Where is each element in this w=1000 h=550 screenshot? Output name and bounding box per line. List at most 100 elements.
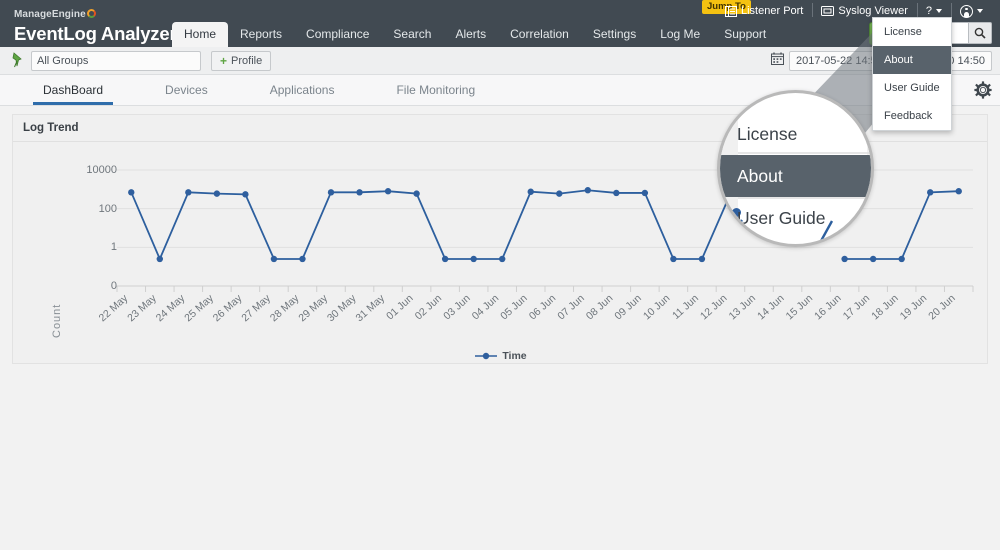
x-tick-label: 09 Jun [612, 292, 644, 322]
filter-toolbar: All Groups + Profile 2017-05-22 14:50 to… [0, 47, 1000, 75]
help-dropdown-menu: License About User Guide Feedback [872, 17, 952, 131]
add-profile-button[interactable]: + Profile [211, 51, 272, 71]
brand-logo: ManageEngine EventLog Analyzer [14, 4, 177, 45]
data-point [185, 189, 192, 196]
nav-item-reports[interactable]: Reports [228, 22, 294, 47]
data-point [128, 189, 135, 196]
chevron-down-icon [977, 9, 983, 13]
data-point [527, 188, 534, 195]
magnifier-content: -5 -20 License About User Guide [720, 93, 871, 244]
nav-item-log-me[interactable]: Log Me [648, 22, 712, 47]
y-tick-label: 1 [110, 241, 117, 254]
data-point [955, 188, 962, 195]
y-tick-label: 100 [98, 202, 117, 215]
y-axis-label: Count [51, 303, 63, 338]
magnified-item-license[interactable]: License [720, 113, 871, 155]
x-tick-label: 25 May [182, 292, 216, 324]
magnifier-lens: -5 -20 License About User Guide [717, 90, 874, 247]
tab-devices[interactable]: Devices [165, 75, 208, 105]
legend-label-time: Time [502, 350, 527, 362]
x-tick-label: 04 Jun [470, 292, 502, 322]
y-tick-label: 10000 [86, 164, 117, 176]
data-point [356, 189, 363, 196]
x-tick-label: 31 May [353, 292, 387, 324]
user-icon [960, 4, 973, 18]
pin-icon[interactable] [10, 52, 25, 73]
x-tick-label: 15 Jun [784, 292, 816, 322]
x-tick-label: 10 Jun [641, 292, 673, 322]
main-nav: Home Reports Compliance Search Alerts Co… [172, 22, 778, 47]
search-icon [974, 27, 986, 39]
help-menu-item-about[interactable]: About [873, 46, 951, 74]
x-tick-label: 03 Jun [441, 292, 473, 322]
x-tick-label: 02 Jun [413, 292, 445, 322]
app-header: ManageEngine EventLog Analyzer Home Repo… [0, 0, 1000, 47]
data-point [698, 255, 706, 263]
data-point [270, 255, 278, 263]
group-select[interactable]: All Groups [31, 51, 201, 71]
x-tick-label: 16 Jun [812, 292, 844, 322]
data-point [213, 190, 221, 197]
series-line [130, 189, 732, 262]
data-point [413, 190, 420, 197]
magnified-help-menu: License About User Guide [720, 113, 871, 239]
nav-item-support[interactable]: Support [712, 22, 778, 47]
data-point [242, 191, 249, 198]
x-tick-label: 17 Jun [841, 292, 873, 322]
manageengine-label: ManageEngine [14, 9, 86, 20]
x-tick-label: 27 May [239, 292, 273, 324]
add-profile-label: Profile [231, 55, 263, 67]
tab-file-monitoring[interactable]: File Monitoring [396, 75, 475, 105]
manageengine-wordmark: ManageEngine [14, 9, 96, 20]
x-tick-label: 14 Jun [755, 292, 787, 322]
product-title: EventLog Analyzer [14, 23, 177, 44]
nav-item-settings[interactable]: Settings [581, 22, 648, 47]
tab-dashboard[interactable]: DashBoard [32, 75, 114, 105]
data-point [898, 255, 905, 263]
legend-marker-icon [475, 352, 498, 360]
data-point [327, 189, 335, 196]
data-point [613, 189, 620, 197]
data-point [499, 255, 506, 263]
magnified-item-about[interactable]: About [720, 155, 871, 197]
nav-item-search[interactable]: Search [381, 22, 443, 47]
x-tick-label: 26 May [211, 292, 245, 324]
x-tick-label: 29 May [296, 292, 330, 324]
nav-item-alerts[interactable]: Alerts [443, 22, 498, 47]
data-point [156, 255, 163, 263]
help-menu-item-feedback[interactable]: Feedback [873, 102, 951, 130]
nav-item-correlation[interactable]: Correlation [498, 22, 581, 47]
calendar-icon [771, 52, 784, 70]
data-point [927, 189, 934, 196]
chevron-down-icon [936, 9, 942, 13]
data-point [584, 187, 591, 194]
help-menu-item-user-guide[interactable]: User Guide [873, 74, 951, 102]
x-tick-label: 12 Jun [698, 292, 730, 322]
manageengine-swirl-icon [86, 9, 96, 18]
x-tick-label: 07 Jun [555, 292, 587, 322]
data-point [869, 255, 877, 263]
x-tick-label: 28 May [268, 292, 302, 324]
settings-gear-button[interactable] [974, 81, 992, 104]
search-button[interactable] [968, 22, 992, 44]
syslog-viewer-icon [821, 5, 835, 17]
magnified-item-user-guide[interactable]: User Guide [720, 197, 871, 239]
listener-port-button[interactable]: Listener Port [716, 0, 812, 22]
x-tick-label: 11 Jun [670, 292, 701, 322]
data-point [670, 255, 677, 263]
data-point [841, 255, 848, 263]
data-point [384, 188, 392, 195]
nav-item-compliance[interactable]: Compliance [294, 22, 381, 47]
data-point [641, 189, 649, 197]
user-account-button[interactable] [951, 0, 992, 22]
nav-item-home[interactable]: Home [172, 22, 229, 47]
help-menu-item-license[interactable]: License [873, 18, 951, 46]
x-tick-label: 19 Jun [898, 292, 930, 322]
gear-icon [974, 81, 992, 99]
tab-applications[interactable]: Applications [270, 75, 335, 105]
listener-port-label: Listener Port [741, 5, 804, 17]
y-tick-label: 0 [110, 280, 117, 292]
data-point [441, 255, 449, 263]
x-tick-label: 05 Jun [498, 292, 530, 322]
syslog-viewer-label: Syslog Viewer [838, 5, 908, 17]
